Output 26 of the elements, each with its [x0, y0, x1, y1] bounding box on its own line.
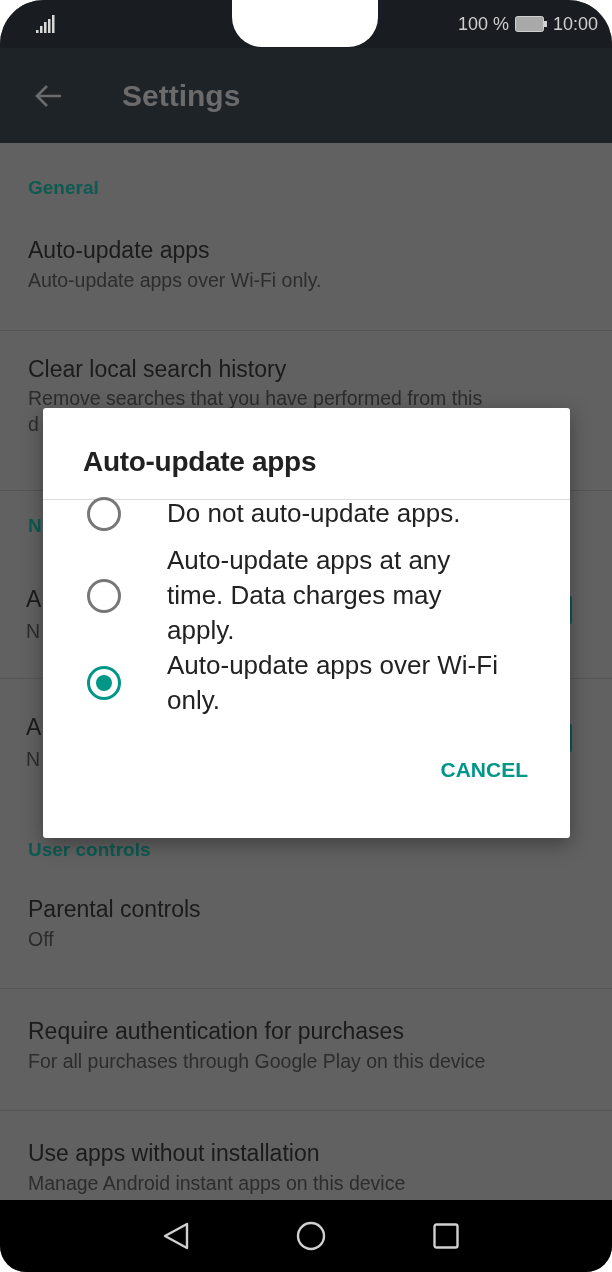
- option-label[interactable]: Auto-update apps over Wi-Fi only.: [167, 648, 512, 718]
- battery-icon: [514, 16, 547, 32]
- signal-icon: [36, 15, 56, 33]
- section-header: User controls: [27, 838, 152, 862]
- setting-title[interactable]: Clear local search history: [28, 353, 287, 385]
- setting-title[interactable]: A: [26, 709, 42, 745]
- back-arrow-icon[interactable]: [34, 83, 62, 108]
- radio-button[interactable]: [87, 496, 121, 531]
- clock: 10:00: [552, 13, 598, 35]
- radio-button[interactable]: [87, 578, 121, 613]
- setting-title[interactable]: A: [26, 581, 42, 617]
- setting-title[interactable]: Use apps without installation: [28, 1137, 320, 1169]
- option-label[interactable]: Auto-update apps at any time. Data charges may apply.: [167, 543, 512, 648]
- recents-icon[interactable]: [432, 1223, 459, 1249]
- radio-button[interactable]: [87, 666, 121, 700]
- section-header: N: [27, 514, 43, 538]
- section-header: General: [27, 176, 100, 200]
- dialog-title: Auto-update apps: [43, 408, 570, 500]
- setting-title[interactable]: Parental controls: [28, 893, 201, 925]
- battery-percent: 100 %: [457, 13, 509, 35]
- setting-title[interactable]: Auto-update apps: [28, 234, 210, 266]
- back-icon[interactable]: [163, 1222, 190, 1250]
- screen-title: Settings: [122, 78, 241, 113]
- home-icon[interactable]: [296, 1221, 326, 1251]
- cancel-button[interactable]: CANCEL: [438, 754, 530, 786]
- setting-title[interactable]: Require authentication for purchases: [28, 1015, 404, 1047]
